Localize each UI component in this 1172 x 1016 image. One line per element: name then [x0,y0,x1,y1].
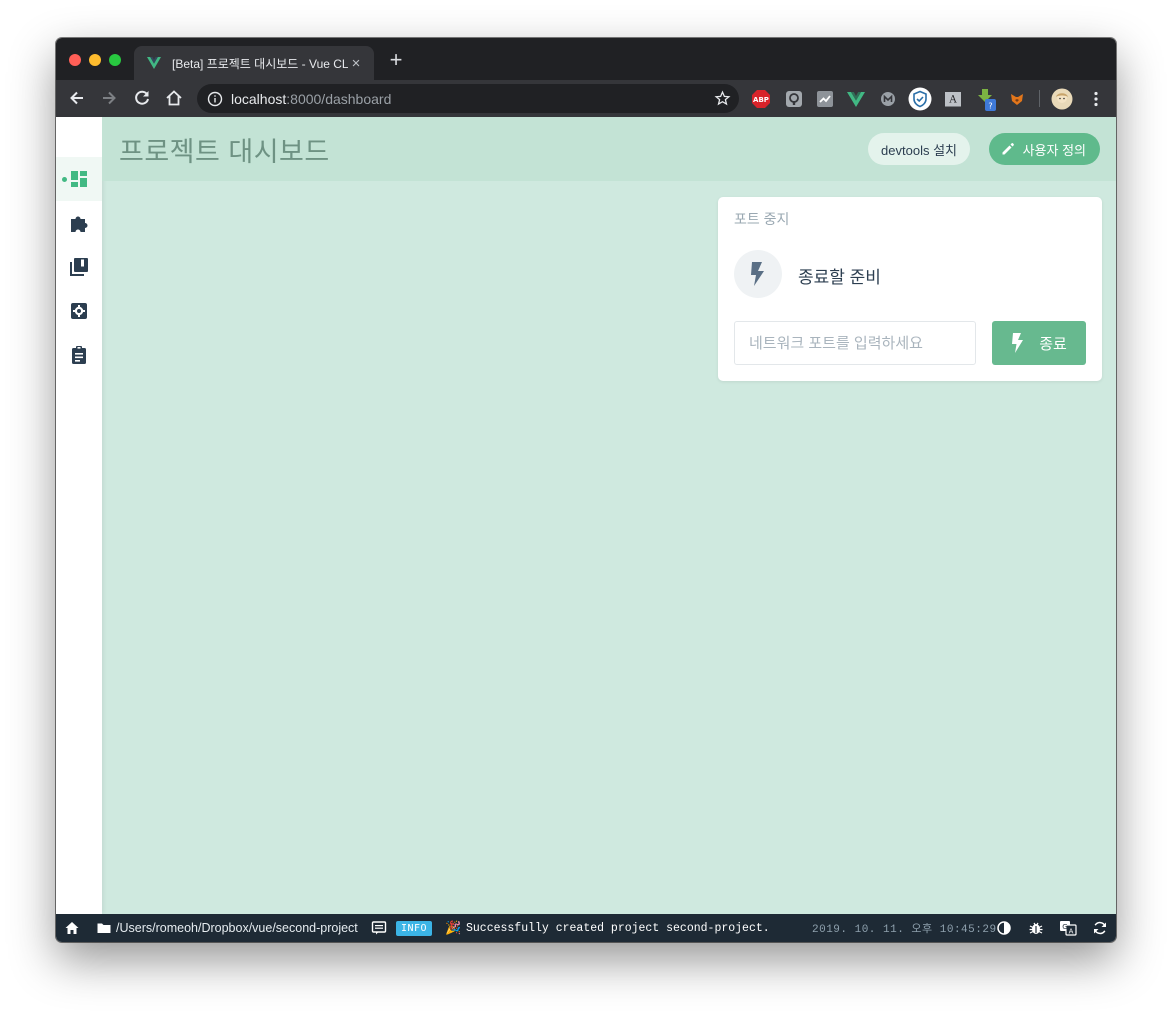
log-level-badge-wrap: INFO [396,914,433,942]
svg-text:?: ? [988,102,992,111]
accessibility-icon[interactable]: A [943,89,963,109]
profile-avatar[interactable] [1051,88,1073,110]
back-arrow-icon[interactable] [67,88,87,108]
lightning-bolt-icon [1012,333,1024,353]
message-icon [371,921,387,935]
app-viewport: 프로젝트 대시보드 devtools 설치 사용자 정의 포트 중지 종료할 준… [56,117,1116,914]
address-bar[interactable]: localhost :8000/dashboard [197,84,739,113]
sidebar-item-dashboard[interactable] [56,157,102,201]
dashboard-icon [71,171,87,187]
sidebar-item-tasks[interactable] [56,333,102,377]
close-window-button[interactable] [69,54,81,66]
tab-close-icon[interactable]: × [348,55,364,72]
puzzle-piece-icon [71,216,88,232]
page-title: 프로젝트 대시보드 [119,137,330,167]
url-path: :8000/dashboard [286,90,392,107]
status-text: 종료할 준비 [798,268,881,287]
sidebar-item-configuration[interactable] [56,289,102,333]
port-input[interactable] [734,321,976,365]
url-host: localhost [231,90,287,107]
bug-icon [1029,922,1043,934]
settings-gear-icon [71,303,87,319]
report-bug-button[interactable] [1028,914,1044,942]
project-path: /Users/romeoh/Dropbox/vue/second-project [116,921,358,935]
abp-icon[interactable]: ABP [751,89,771,109]
page-header: 프로젝트 대시보드 devtools 설치 사용자 정의 [102,117,1116,181]
minimize-window-button[interactable] [89,54,101,66]
vue-logo-icon [147,57,161,69]
kill-port-widget: 포트 중지 종료할 준비 종료 [718,197,1102,381]
shield-icon[interactable] [908,87,932,111]
log-timestamp: 2019. 10. 11. 오후 10:45:29 [812,924,997,936]
fox-icon[interactable] [1007,89,1027,109]
sidebar-item-dependencies[interactable] [56,245,102,289]
tab-strip: [Beta] 프로젝트 대시보드 - Vue CLI × + [56,38,1116,80]
new-tab-button[interactable]: + [386,49,406,71]
install-devtools-button[interactable]: devtools 설치 [868,133,970,165]
widget-title: 포트 중지 [734,211,790,227]
log-level-badge: INFO [396,920,433,936]
kill-port-button[interactable]: 종료 [992,321,1086,365]
active-indicator [62,177,67,182]
sidebar [56,117,102,914]
log-message: Successfully created project second-proj… [466,921,770,935]
forward-arrow-icon[interactable] [99,88,119,108]
lightning-bolt-icon [751,262,764,286]
dark-mode-toggle[interactable] [996,914,1012,942]
party-emoji: 🎉 [445,920,462,935]
home-button[interactable] [64,914,80,942]
lighthouse-icon[interactable] [784,89,804,109]
kill-port-label: 종료 [1039,335,1067,353]
vue-devtools-icon[interactable] [846,89,866,109]
analytics-icon[interactable] [815,89,835,109]
sync-icon [1094,921,1106,935]
browser-window: [Beta] 프로젝트 대시보드 - Vue CLI × + localhost… [56,38,1116,942]
bookmark-star-icon[interactable] [714,90,731,107]
sidebar-item-plugins[interactable] [56,201,102,245]
console-log-button[interactable] [371,914,387,942]
home-icon [65,922,79,934]
translate-button[interactable]: G A [1059,914,1077,942]
tab-title: [Beta] 프로젝트 대시보드 - Vue CLI [172,56,348,71]
browser-tab[interactable]: [Beta] 프로젝트 대시보드 - Vue CLI × [134,46,374,80]
info-icon[interactable] [207,91,223,107]
translate-icon: G A [1060,921,1077,936]
svg-text:A: A [948,95,957,106]
svg-text:ABP: ABP [753,96,769,104]
project-path-button[interactable]: /Users/romeoh/Dropbox/vue/second-project [96,914,358,942]
contrast-icon [997,921,1011,935]
folder-icon [97,923,111,933]
svg-text:A: A [1069,928,1074,936]
status-bar: /Users/romeoh/Dropbox/vue/second-project… [56,914,1116,942]
customize-label: 사용자 정의 [1022,142,1086,158]
maximize-window-button[interactable] [109,54,121,66]
kebab-menu-icon[interactable] [1086,89,1106,109]
library-books-icon [70,258,88,276]
svg-text:G: G [1062,923,1067,931]
home-icon[interactable] [164,88,184,108]
status-icon-circle [734,250,782,298]
refresh-button[interactable] [1092,914,1108,942]
download-icon[interactable]: ? [975,87,999,113]
clipboard-icon [72,346,86,364]
pencil-icon [1002,143,1014,155]
toolbar-divider [1039,90,1040,107]
customize-button[interactable]: 사용자 정의 [988,133,1100,165]
metamask-m-icon[interactable] [878,89,898,109]
reload-icon[interactable] [132,88,152,108]
browser-toolbar: localhost :8000/dashboard ABP A ? [56,80,1116,117]
